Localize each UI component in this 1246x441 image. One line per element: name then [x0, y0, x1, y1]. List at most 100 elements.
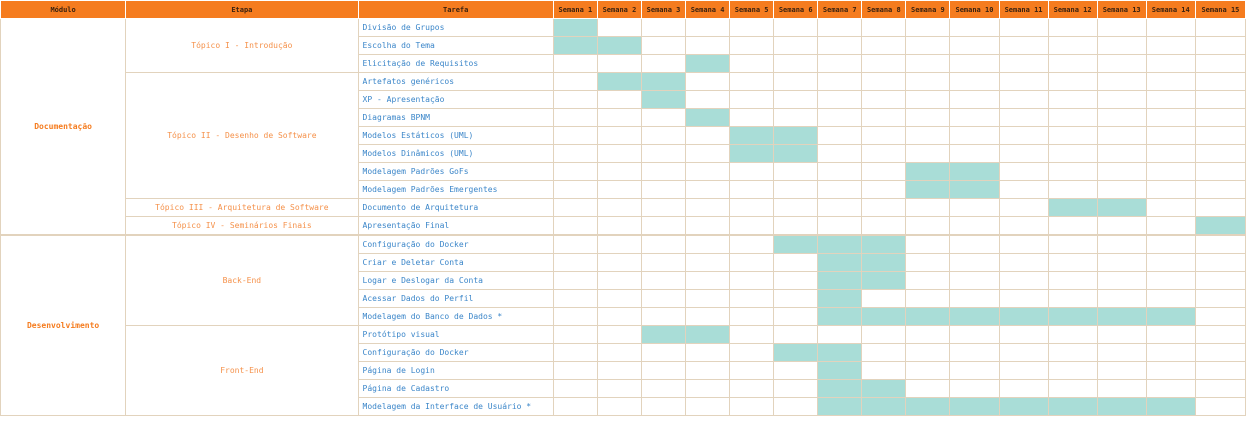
- task-cell: XP - Apresentação: [357, 90, 554, 109]
- week-cell: [729, 234, 775, 254]
- task-row: Documentação Tópico I - Introdução Divisão…: [0, 18, 1246, 236]
- task-cell: Configuração do Docker: [357, 343, 554, 362]
- week-cell: [773, 18, 819, 37]
- gantt-bar-cell: [861, 253, 907, 272]
- week-cell: [552, 234, 598, 254]
- week-cell: [1194, 379, 1246, 398]
- header-week-2: Semana 2: [596, 0, 642, 19]
- header-week-3: Semana 3: [640, 0, 687, 19]
- week-cell: [729, 397, 775, 416]
- gantt-bar-cell: [640, 90, 687, 109]
- gantt-bar-cell: [552, 18, 598, 37]
- week-cell: [905, 126, 951, 145]
- gantt-bar-cell: [861, 379, 907, 398]
- week-cell: [817, 54, 863, 73]
- gantt-bar-cell: [905, 162, 951, 181]
- week-cell: [905, 271, 951, 290]
- gantt-bar-cell: [773, 144, 819, 163]
- week-cell: [1096, 379, 1147, 398]
- week-cell: [685, 289, 731, 308]
- week-cell: [1194, 234, 1246, 254]
- week-cell: [552, 126, 598, 145]
- week-cell: [1047, 108, 1098, 127]
- gantt-bar-cell: [1096, 198, 1147, 217]
- gantt-bar-cell: [817, 253, 863, 272]
- week-cell: [1145, 180, 1196, 199]
- week-cell: [640, 397, 687, 416]
- week-cell: [949, 325, 1000, 344]
- week-cell: [596, 54, 642, 73]
- week-cell: [949, 36, 1000, 55]
- week-cell: [552, 90, 598, 109]
- week-cell: [773, 198, 819, 217]
- week-cell: [685, 307, 731, 326]
- task-cell: Elicitação de Requisitos: [357, 54, 554, 73]
- week-cell: [729, 379, 775, 398]
- gantt-bar-cell: [949, 162, 1000, 181]
- gantt-bar-cell: [773, 343, 819, 362]
- week-cell: [1096, 36, 1147, 55]
- week-cell: [596, 325, 642, 344]
- task-cell: Logar e Deslogar da Conta: [357, 271, 554, 290]
- task-row: Tópico II - Desenho de Software Artefatos…: [1, 72, 1246, 199]
- week-cell: [640, 54, 687, 73]
- week-cell: [685, 216, 731, 236]
- week-cell: [773, 289, 819, 308]
- week-cell: [1145, 54, 1196, 73]
- week-cell: [861, 289, 907, 308]
- week-cell: [861, 144, 907, 163]
- week-cell: [552, 253, 598, 272]
- week-cell: [596, 253, 642, 272]
- week-cell: [685, 198, 731, 217]
- week-cell: [773, 162, 819, 181]
- week-cell: [640, 180, 687, 199]
- week-cell: [552, 271, 598, 290]
- week-cell: [998, 271, 1049, 290]
- week-cell: [729, 72, 775, 91]
- task-cell: Modelagem Padrões GoFs: [357, 162, 554, 181]
- week-cell: [596, 234, 642, 254]
- week-cell: [640, 343, 687, 362]
- gantt-bar-cell: [1047, 397, 1098, 416]
- week-cell: [1096, 90, 1147, 109]
- stage-cell: Front-End: [125, 325, 359, 416]
- week-cell: [729, 307, 775, 326]
- week-cell: [596, 271, 642, 290]
- week-cell: [817, 90, 863, 109]
- header-week-14: Semana 14: [1145, 0, 1196, 19]
- week-cell: [640, 271, 687, 290]
- week-cell: [817, 108, 863, 127]
- header-week-5: Semana 5: [729, 0, 775, 19]
- gantt-bar-cell: [817, 271, 863, 290]
- week-cell: [729, 108, 775, 127]
- week-cell: [773, 180, 819, 199]
- week-cell: [596, 180, 642, 199]
- week-cell: [596, 289, 642, 308]
- week-cell: [640, 144, 687, 163]
- week-cell: [552, 361, 598, 380]
- week-cell: [1194, 36, 1246, 55]
- week-cell: [729, 289, 775, 308]
- week-cell: [998, 253, 1049, 272]
- task-cell: Modelos Estáticos (UML): [357, 126, 554, 145]
- week-cell: [1047, 162, 1098, 181]
- week-cell: [552, 397, 598, 416]
- week-cell: [773, 216, 819, 236]
- week-cell: [596, 108, 642, 127]
- gantt-bar-cell: [998, 307, 1049, 326]
- week-cell: [1194, 343, 1246, 362]
- week-cell: [596, 18, 642, 37]
- week-cell: [1194, 180, 1246, 199]
- gantt-bar-cell: [640, 72, 687, 91]
- week-cell: [1047, 289, 1098, 308]
- week-cell: [1096, 289, 1147, 308]
- header-week-12: Semana 12: [1047, 0, 1098, 19]
- week-cell: [1047, 36, 1098, 55]
- task-cell: Modelos Dinâmicos (UML): [357, 144, 554, 163]
- week-cell: [729, 216, 775, 236]
- week-cell: [1047, 72, 1098, 91]
- week-cell: [905, 54, 951, 73]
- gantt-bar-cell: [905, 397, 951, 416]
- week-cell: [1096, 253, 1147, 272]
- week-cell: [552, 108, 598, 127]
